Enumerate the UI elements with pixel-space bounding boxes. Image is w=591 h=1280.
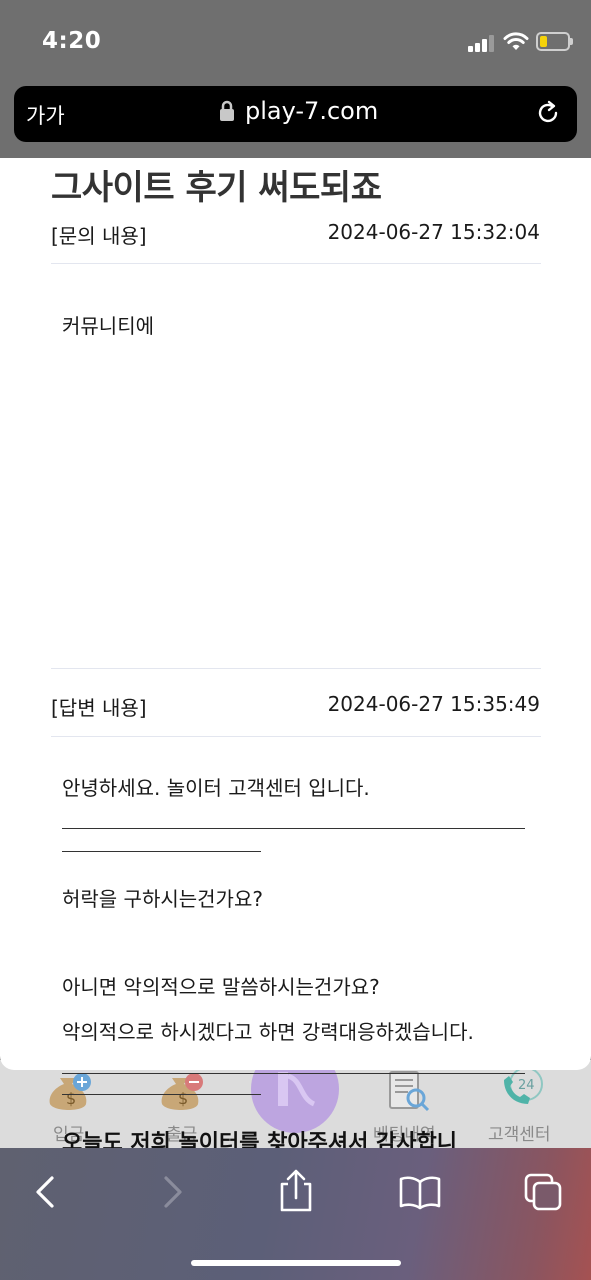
reload-icon[interactable] (534, 99, 562, 127)
svg-text:$: $ (178, 1089, 188, 1108)
share-icon[interactable] (274, 1168, 318, 1214)
post-title: 그사이트 후기 써도되죠 (51, 168, 382, 208)
status-time: 4:20 (42, 28, 102, 54)
question-date: 2024-06-27 15:32:04 (327, 220, 540, 244)
answer-line: 아니면 악의적으로 말씀하시는건가요? (62, 975, 380, 999)
back-chevron-icon[interactable] (26, 1172, 66, 1212)
support-badge: 24 (518, 1078, 535, 1093)
status-bar: 4:20 (0, 0, 591, 84)
text-size-button[interactable]: 가가 (26, 100, 65, 130)
svg-text:$: $ (66, 1089, 76, 1108)
cellular-signal-icon (468, 34, 496, 52)
divider (51, 736, 541, 737)
forward-chevron-icon[interactable] (152, 1172, 192, 1212)
divider (51, 263, 541, 264)
separator-line (62, 851, 261, 852)
support-label: 고객센터 (488, 1125, 551, 1145)
playground-slide-icon (278, 1072, 316, 1107)
battery-icon (536, 32, 573, 51)
support-phone-icon: 24 (504, 1067, 543, 1104)
answer-line: 악의적으로 하시겠다고 하면 강력대응하겠습니다. (62, 1020, 474, 1044)
separator-line (62, 1094, 261, 1095)
answer-line: 허락을 구하시는건가요? (62, 887, 263, 911)
wifi-icon (503, 32, 529, 50)
deposit-moneybag-icon: $ (49, 1073, 91, 1110)
tabs-icon[interactable] (523, 1172, 563, 1212)
question-body: 커뮤니티에 (62, 314, 154, 338)
inquiry-detail-modal: 그사이트 후기 써도되죠 [문의 내용] 2024-06-27 15:32:04… (0, 158, 591, 1070)
divider (51, 668, 541, 669)
home-indicator (191, 1260, 401, 1266)
answer-line: 안녕하세요. 놀이터 고객센터 입니다. (62, 776, 370, 800)
answer-date: 2024-06-27 15:35:49 (327, 692, 540, 716)
bookmarks-icon[interactable] (398, 1172, 442, 1212)
betting-history-icon (389, 1071, 430, 1112)
separator-line (62, 828, 525, 829)
url-text[interactable]: play-7.com (245, 97, 378, 125)
lock-icon (220, 100, 234, 121)
answer-label: [답변 내용] (51, 696, 147, 720)
withdraw-moneybag-icon: $ (161, 1073, 203, 1110)
separator-line (62, 1073, 525, 1074)
question-label: [문의 내용] (51, 224, 147, 248)
